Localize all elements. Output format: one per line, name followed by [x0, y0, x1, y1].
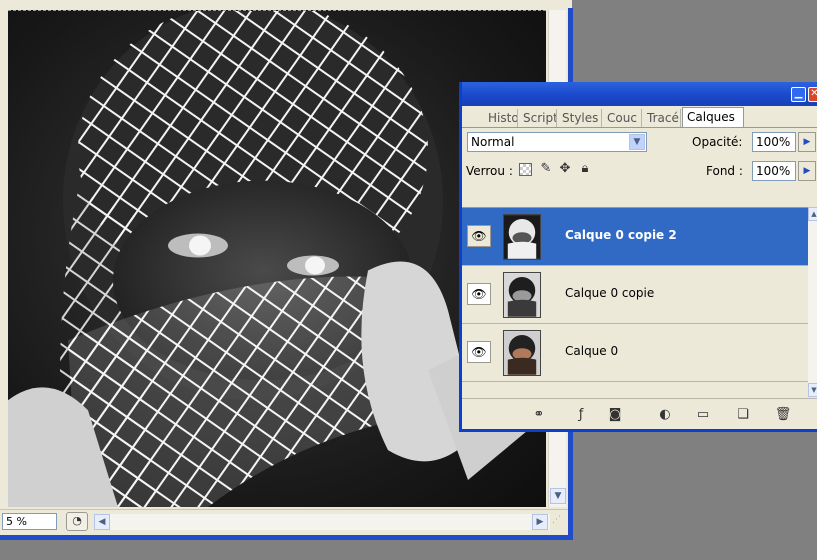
lock-all-icon[interactable]: 🔒︎ [577, 161, 593, 177]
window-frame-bottom [0, 535, 573, 540]
navigator-icon[interactable]: ◔ [66, 512, 88, 531]
blend-mode-value: Normal [471, 135, 515, 149]
lock-transparency-icon[interactable] [519, 163, 532, 176]
link-layers-icon[interactable]: ⚭ [530, 407, 548, 423]
scroll-down-icon[interactable]: ▼ [808, 383, 817, 397]
layer-thumbnail [503, 272, 541, 318]
layer-name: Calque 0 copie 2 [565, 228, 677, 242]
layer-row-calque-0[interactable]: 👁︎ Calque 0 [462, 324, 808, 382]
layer-row-calque-0-copie[interactable]: 👁︎ Calque 0 copie [462, 266, 808, 324]
layer-list-scrollbar[interactable]: ▲ ▼ [808, 207, 817, 397]
layer-style-icon[interactable]: ƒ [572, 407, 590, 423]
palette-titlebar[interactable]: ▁ ✕ [462, 82, 817, 106]
blend-mode-select[interactable]: Normal ▼ [467, 132, 647, 152]
lock-row: Verrou : ✎ ✥ 🔒︎ Fond : 100% ▶ [462, 156, 817, 184]
zoom-level-field[interactable]: 5 % [2, 513, 57, 530]
tab-history[interactable]: Histor [484, 109, 518, 127]
fill-slider-arrow-icon[interactable]: ▶ [798, 161, 816, 181]
lock-label: Verrou : [466, 164, 513, 178]
scroll-left-icon[interactable]: ◀ [94, 514, 110, 530]
opacity-label: Opacité: [692, 135, 743, 149]
scroll-right-icon[interactable]: ▶ [532, 514, 548, 530]
fill-input[interactable]: 100% [752, 161, 796, 181]
eye-icon[interactable]: 👁︎ [467, 341, 491, 363]
status-bar: 5 % ◔ ◀ ▶ ⋰ [0, 509, 568, 531]
layers-palette: ▁ ✕ Histor Script Styles Couc Tracé Calq… [459, 82, 817, 432]
layers-bottom-toolbar: ⚭ ƒ ◙ ◐ ▭ ❏ 🗑︎ [462, 398, 817, 429]
layer-list: 👁︎ Calque 0 copie 2 👁︎ Calque 0 copie 👁︎… [462, 207, 808, 397]
new-layer-icon[interactable]: ❏ [734, 407, 752, 423]
blend-row: Normal ▼ Opacité: 100% ▶ [462, 128, 817, 156]
layer-thumbnail [503, 330, 541, 376]
tab-paths[interactable]: Tracé [643, 109, 681, 127]
lock-move-icon[interactable]: ✥ [557, 161, 573, 177]
tab-layers[interactable]: Calques [682, 107, 744, 127]
scroll-down-icon[interactable]: ▼ [550, 488, 566, 504]
palette-tabs: Histor Script Styles Couc Tracé Calques [462, 106, 817, 128]
opacity-slider-arrow-icon[interactable]: ▶ [798, 132, 816, 152]
layer-thumbnail [503, 214, 541, 260]
scroll-up-icon[interactable]: ▲ [808, 207, 817, 221]
layer-name: Calque 0 copie [565, 286, 655, 300]
eye-icon[interactable]: 👁︎ [467, 225, 491, 247]
lock-brush-icon[interactable]: ✎ [538, 161, 554, 177]
close-icon[interactable]: ✕ [808, 87, 817, 102]
chevron-down-icon[interactable]: ▼ [629, 134, 645, 150]
eye-icon[interactable]: 👁︎ [467, 283, 491, 305]
horizontal-scrollbar[interactable]: ◀ ▶ [94, 514, 550, 530]
adjustment-layer-icon[interactable]: ◐ [656, 407, 674, 423]
opacity-input[interactable]: 100% [752, 132, 796, 152]
resize-grip-icon[interactable]: ⋰ [552, 515, 566, 529]
add-mask-icon[interactable]: ◙ [606, 407, 624, 423]
tab-scripts[interactable]: Script [519, 109, 557, 127]
layer-row-calque-0-copie-2[interactable]: 👁︎ Calque 0 copie 2 [462, 208, 808, 266]
minimize-icon[interactable]: ▁ [791, 87, 806, 102]
tab-styles[interactable]: Styles [558, 109, 602, 127]
layer-name: Calque 0 [565, 344, 619, 358]
fill-label: Fond : [706, 164, 743, 178]
trash-icon[interactable]: 🗑︎ [774, 407, 792, 423]
tab-channels[interactable]: Couc [603, 109, 642, 127]
new-group-icon[interactable]: ▭ [694, 407, 712, 423]
